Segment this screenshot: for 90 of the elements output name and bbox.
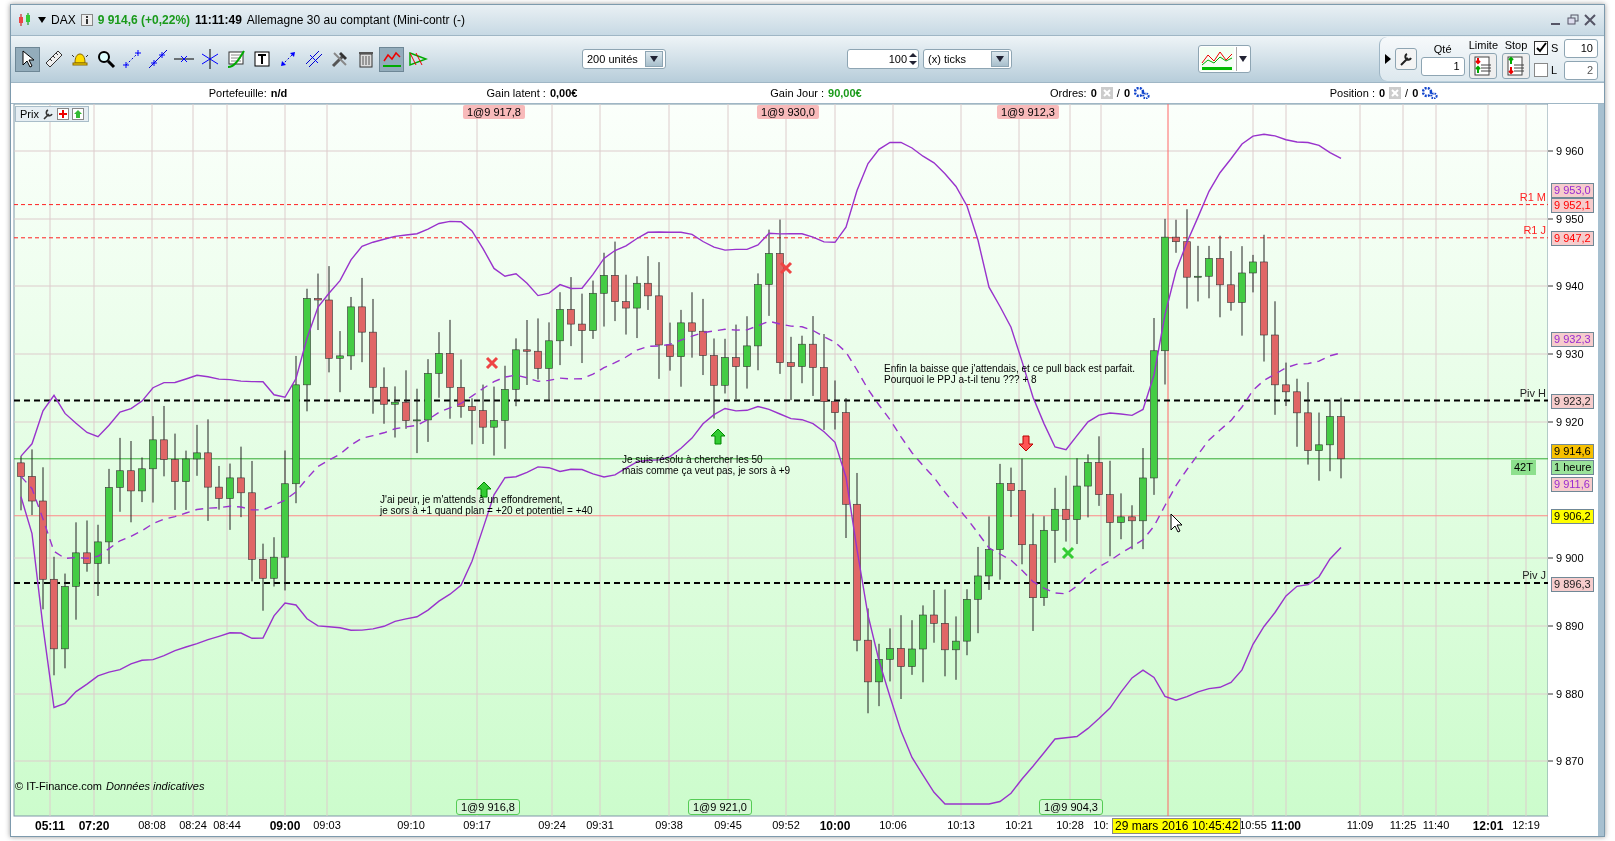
option-label: L (1551, 64, 1559, 76)
order-tag: 1@9 921,0 (688, 799, 752, 815)
info-value: 0,00€ (549, 87, 578, 99)
time-axis-label: 08:24 (179, 819, 207, 831)
symbol-label: DAX (51, 13, 76, 27)
level-label: R1 J (1523, 222, 1546, 237)
price-axis-label: 9 940 (1556, 279, 1584, 293)
price-tag: 9 914,6 (1551, 444, 1594, 459)
separator-text: / (1116, 87, 1120, 99)
panel-label: Prix (20, 108, 39, 120)
disclaimer-text: Données indicatives (105, 780, 205, 792)
price-tag: 9 896,3 (1551, 577, 1594, 592)
price-axis-label: 9 870 (1556, 754, 1584, 768)
time-axis-label: 05:11 (35, 819, 65, 833)
cursor-date-label: 29 mars 2016 10:45:42 (1112, 818, 1242, 834)
time-axis-label: 09:38 (655, 819, 683, 831)
quantity-field[interactable]: 1 (1420, 56, 1465, 76)
price-axis-label: 9 890 (1556, 619, 1584, 633)
price-axis-label: 9 930 (1556, 347, 1584, 361)
option-value-field[interactable]: 10 (1564, 38, 1598, 58)
level-label: Piv J (1522, 567, 1546, 582)
price-tag: 9 952,1 (1551, 198, 1594, 213)
time-axis-label: 08:44 (213, 819, 241, 831)
price-axis-label: 9 950 (1556, 212, 1584, 226)
quantity-label: Qté (1433, 42, 1452, 55)
info-label: Position : (1329, 87, 1375, 99)
separator-text: / (1405, 87, 1409, 99)
order-tag: 1@9 912,3 (997, 105, 1059, 119)
time-axis-label: 09:00 (269, 819, 301, 833)
time-axis-label: 09:31 (586, 819, 614, 831)
price-change: 9 914,6 (+0,22%) (97, 13, 191, 27)
time-axis-label: 12:19 (1512, 819, 1540, 831)
order-tag: 1@9 917,8 (463, 105, 525, 119)
info-value: 0 (1378, 87, 1386, 99)
time-axis-label: 11:00 (1271, 819, 1301, 833)
time-axis-label: 09:17 (463, 819, 491, 831)
info-label: Portefeuille: (208, 87, 267, 99)
price-tag: 9 906,2 (1551, 509, 1594, 524)
price-axis-label: 9 960 (1556, 144, 1584, 158)
info-value: n/d (270, 87, 288, 99)
time-axis-label: 09:03 (313, 819, 341, 831)
info-value: 0 (1090, 87, 1097, 99)
price-tag: 9 947,2 (1551, 231, 1594, 246)
time-axis-label: 10:00 (819, 819, 851, 833)
time-axis-label: 09:52 (772, 819, 800, 831)
time-axis-label: 08:08 (138, 819, 166, 831)
level-label: Piv H (1519, 385, 1546, 400)
limit-label: Limite (1468, 39, 1498, 51)
option-value-field[interactable]: 2 (1564, 60, 1598, 80)
order-tag: 1@9 930,0 (757, 105, 819, 119)
info-value: 0 (1412, 87, 1419, 99)
time-axis-label: 12:01 (1472, 819, 1504, 833)
time-axis-label: 10:06 (879, 819, 907, 831)
time-axis-label: 10:13 (947, 819, 975, 831)
time-axis-label: 09:10 (397, 819, 425, 831)
time-axis-label: 11:09 (1346, 819, 1374, 831)
info-value: 0 (1123, 87, 1130, 99)
price-axis-label: 9 880 (1556, 687, 1584, 701)
level-label: R1 M (1519, 189, 1546, 204)
time-axis-label: 10:55 (1239, 819, 1267, 831)
time-axis-label: 11:40 (1422, 819, 1450, 831)
tick-value-field[interactable]: 100 (847, 49, 919, 69)
units-select[interactable]: 200 unités (582, 49, 666, 69)
price-axis-label: 9 900 (1556, 551, 1584, 565)
order-tag: 1@9 916,8 (456, 799, 520, 815)
info-value: 90,00€ (828, 87, 862, 99)
time-axis-label: 09:24 (538, 819, 566, 831)
price-tag: 9 923,2 (1551, 394, 1594, 409)
info-label: Gain latent : (486, 87, 546, 99)
time-axis-label: 10:21 (1005, 819, 1033, 831)
tick-count-tag: 42T (1511, 460, 1536, 475)
price-tag: 1 heure (1551, 460, 1595, 475)
stop-label: Stop (1504, 39, 1528, 51)
copyright-text: © IT-Finance.com (15, 780, 102, 792)
price-axis-label: 9 920 (1556, 415, 1584, 429)
price-tag: 9 932,3 (1551, 332, 1594, 347)
info-label: Gain Jour : (770, 87, 825, 99)
info-label: Ordres: (1050, 87, 1087, 99)
option-label: S (1551, 42, 1560, 54)
price-tag: 9 911,6 (1551, 477, 1593, 492)
time-axis-label: 10: (1093, 819, 1109, 831)
order-tag: 1@9 904,3 (1039, 799, 1103, 815)
clock-time: 11:11:49 (195, 13, 242, 27)
time-axis-label: 09:45 (714, 819, 742, 831)
price-tag: 9 953,0 (1551, 183, 1594, 198)
tick-type-select[interactable]: (x) ticks (923, 49, 1012, 69)
instrument-name: Allemagne 30 au comptant (Mini-contr (-) (246, 13, 465, 27)
time-axis-label: 11:25 (1389, 819, 1417, 831)
time-axis-label: 07:20 (78, 819, 110, 833)
time-axis-label: 10:28 (1056, 819, 1084, 831)
